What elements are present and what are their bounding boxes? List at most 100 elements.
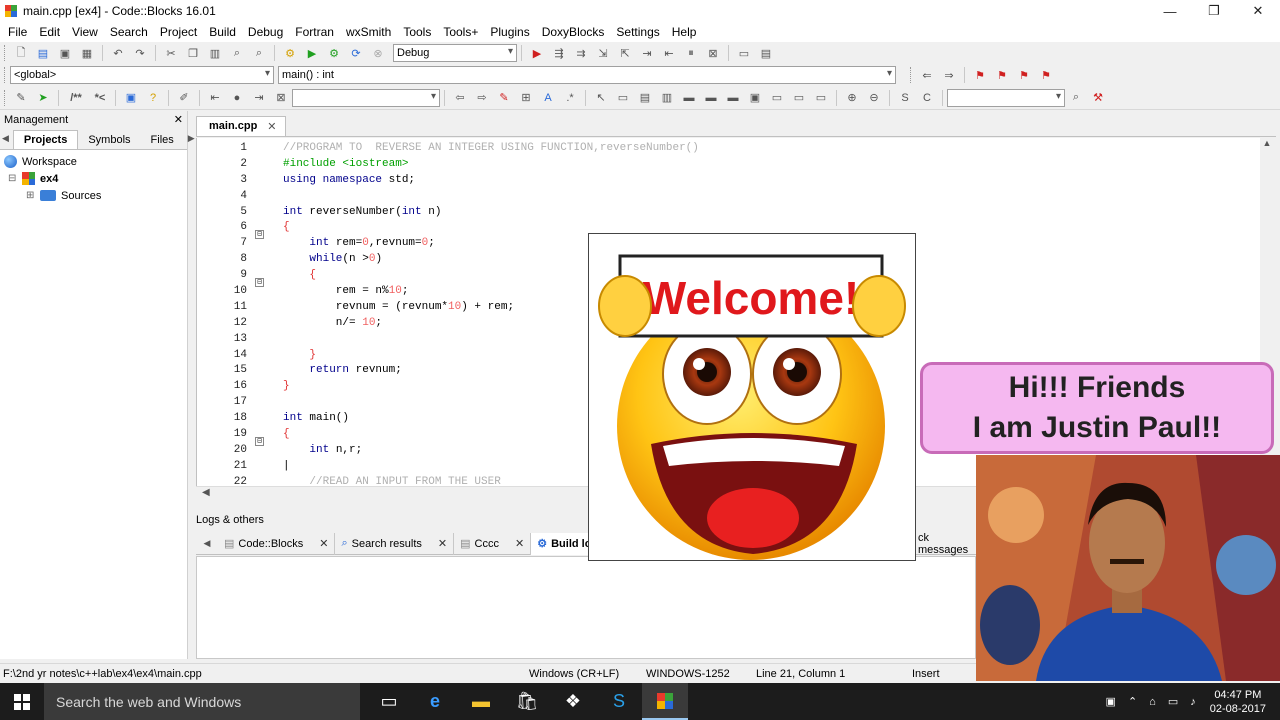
jump-forward-icon[interactable]: ⇒ bbox=[941, 67, 957, 83]
save-icon[interactable]: ▣ bbox=[57, 45, 73, 61]
doxy-icon[interactable]: ▣ bbox=[123, 90, 139, 106]
close-button[interactable]: ✕ bbox=[1236, 0, 1280, 22]
undo-icon[interactable]: ↶ bbox=[110, 45, 126, 61]
battery-icon[interactable]: ▭ bbox=[1168, 695, 1178, 708]
redo-icon[interactable]: ↷ bbox=[132, 45, 148, 61]
management-close-button[interactable]: ✕ bbox=[174, 113, 183, 126]
binoculars-icon[interactable]: ⌕ bbox=[1068, 90, 1084, 106]
tab-cccc[interactable]: ▤ Cccc ✕ bbox=[454, 532, 532, 555]
menu-search[interactable]: Search bbox=[104, 25, 154, 39]
minimize-button[interactable]: — bbox=[1148, 0, 1192, 22]
menu-fortran[interactable]: Fortran bbox=[289, 25, 340, 39]
panel7-icon[interactable]: ▭ bbox=[813, 90, 829, 106]
close-icon[interactable]: ✕ bbox=[438, 537, 447, 550]
fold-marker-icon[interactable]: ⊟ bbox=[255, 436, 264, 446]
edit-icon[interactable]: ✐ bbox=[176, 90, 192, 106]
tab-scroll-right-icon[interactable]: ▶ bbox=[188, 130, 195, 146]
menu-wxsmith[interactable]: wxSmith bbox=[340, 25, 397, 39]
menu-build[interactable]: Build bbox=[203, 25, 242, 39]
step-instruction-icon[interactable]: ⇤ bbox=[661, 45, 677, 61]
menu-edit[interactable]: Edit bbox=[33, 25, 66, 39]
explorer-icon[interactable]: ▬ bbox=[458, 683, 504, 720]
codeblocks-taskbar-icon[interactable] bbox=[642, 683, 688, 720]
menu-tools[interactable]: Tools bbox=[397, 25, 437, 39]
volume-icon[interactable]: ♪ bbox=[1190, 696, 1196, 708]
code-line[interactable]: 1 //PROGRAM TO REVERSE AN INTEGER USING F… bbox=[197, 140, 698, 156]
skype-icon[interactable]: S bbox=[596, 683, 642, 720]
menu-project[interactable]: Project bbox=[154, 25, 203, 39]
menu-settings[interactable]: Settings bbox=[610, 25, 665, 39]
fold-marker-icon[interactable]: ⊟ bbox=[255, 230, 264, 240]
build-run-icon[interactable]: ⚙ bbox=[326, 45, 342, 61]
tab-codeblocks-log[interactable]: ▤ Code::Blocks ✕ bbox=[218, 532, 336, 555]
zoom-out-icon[interactable]: ⊖ bbox=[866, 90, 882, 106]
code-line[interactable]: 2 #include <iostream> bbox=[197, 156, 699, 172]
tab-search-results[interactable]: ⌕ Search results ✕ bbox=[335, 532, 455, 555]
abort-icon[interactable]: ⊗ bbox=[370, 45, 386, 61]
code-line[interactable]: 5 int reverseNumber(int n) bbox=[197, 204, 699, 220]
close-icon[interactable]: ✕ bbox=[319, 537, 328, 550]
menu-file[interactable]: File bbox=[2, 25, 33, 39]
menu-help[interactable]: Help bbox=[666, 25, 703, 39]
debug-start-icon[interactable]: ▶ bbox=[529, 45, 545, 61]
rect-icon[interactable]: ▭ bbox=[615, 90, 631, 106]
green-arrow-icon[interactable]: ➤ bbox=[35, 90, 51, 106]
logs-scroll-left-icon[interactable]: ◀ bbox=[199, 536, 215, 552]
panel-icon[interactable]: ▬ bbox=[681, 90, 697, 106]
logs-content[interactable] bbox=[196, 556, 976, 659]
tab-build-messages[interactable]: ck messages bbox=[912, 532, 976, 556]
tab-main-cpp[interactable]: main.cpp ✕ bbox=[196, 116, 286, 136]
clock[interactable]: 04:47 PM 02-08-2017 bbox=[1210, 688, 1266, 716]
menu-view[interactable]: View bbox=[66, 25, 104, 39]
menu-tools-plus[interactable]: Tools+ bbox=[437, 25, 484, 39]
tab-scroll-left-icon[interactable]: ◀ bbox=[2, 130, 9, 146]
jump-back-icon[interactable]: ⇐ bbox=[919, 67, 935, 83]
menu-debug[interactable]: Debug bbox=[242, 25, 289, 39]
close-icon[interactable]: ✕ bbox=[515, 537, 524, 550]
edge-icon[interactable]: e bbox=[412, 683, 458, 720]
menu-plugins[interactable]: Plugins bbox=[484, 25, 535, 39]
function-select[interactable]: main() : int bbox=[278, 66, 896, 84]
text-icon[interactable]: A bbox=[540, 90, 556, 106]
refresh-icon[interactable]: C bbox=[919, 90, 935, 106]
copy-icon[interactable]: ❐ bbox=[185, 45, 201, 61]
next-bookmark-icon[interactable]: ⚑ bbox=[1016, 67, 1032, 83]
step-into-icon[interactable]: ⇲ bbox=[595, 45, 611, 61]
settings-icon[interactable]: ⚒ bbox=[1090, 90, 1106, 106]
panel4-icon[interactable]: ▣ bbox=[747, 90, 763, 106]
start-button[interactable] bbox=[0, 683, 44, 720]
prev-icon[interactable]: ⇤ bbox=[207, 90, 223, 106]
scope-select[interactable]: <global> bbox=[10, 66, 274, 84]
various-info-icon[interactable]: ▤ bbox=[758, 45, 774, 61]
dot-icon[interactable]: ● bbox=[229, 90, 245, 106]
comment-icon[interactable]: /** bbox=[66, 90, 86, 106]
tab-symbols[interactable]: Symbols bbox=[78, 131, 140, 149]
menu-doxyblocks[interactable]: DoxyBlocks bbox=[536, 25, 611, 39]
tab-close-icon[interactable]: ✕ bbox=[267, 120, 276, 133]
chevron-up-icon[interactable]: ⌃ bbox=[1128, 695, 1137, 708]
clear-bookmarks-icon[interactable]: ⚑ bbox=[1038, 67, 1054, 83]
chm-icon[interactable]: ? bbox=[145, 90, 161, 106]
collapse-icon[interactable]: ⊟ bbox=[8, 173, 22, 184]
layout-icon[interactable]: ▤ bbox=[637, 90, 653, 106]
zoom-in-icon[interactable]: ⊕ bbox=[844, 90, 860, 106]
toggle-bookmark-icon[interactable]: ⚑ bbox=[972, 67, 988, 83]
tray-app-icon[interactable]: ▣ bbox=[1106, 695, 1116, 708]
build-target-select[interactable]: Debug bbox=[393, 44, 517, 62]
paste-icon[interactable]: ▥ bbox=[207, 45, 223, 61]
next-instruction-icon[interactable]: ⇥ bbox=[639, 45, 655, 61]
panel5-icon[interactable]: ▭ bbox=[769, 90, 785, 106]
stop-debug-icon[interactable]: ⊠ bbox=[705, 45, 721, 61]
run-icon[interactable]: ▶ bbox=[304, 45, 320, 61]
code-line[interactable]: 4 bbox=[197, 188, 699, 204]
task-view-icon[interactable]: ▭ bbox=[366, 683, 412, 720]
arrow-right-icon[interactable]: ⇨ bbox=[474, 90, 490, 106]
cut-icon[interactable]: ✂ bbox=[163, 45, 179, 61]
next-line-icon[interactable]: ⇉ bbox=[573, 45, 589, 61]
tab-projects[interactable]: Projects bbox=[12, 130, 79, 149]
next-icon[interactable]: ⇥ bbox=[251, 90, 267, 106]
network-icon[interactable]: ⌂ bbox=[1149, 696, 1156, 708]
run-to-cursor-icon[interactable]: ⇶ bbox=[551, 45, 567, 61]
wand-icon[interactable]: ✎ bbox=[13, 90, 29, 106]
tab-files[interactable]: Files bbox=[141, 131, 184, 149]
